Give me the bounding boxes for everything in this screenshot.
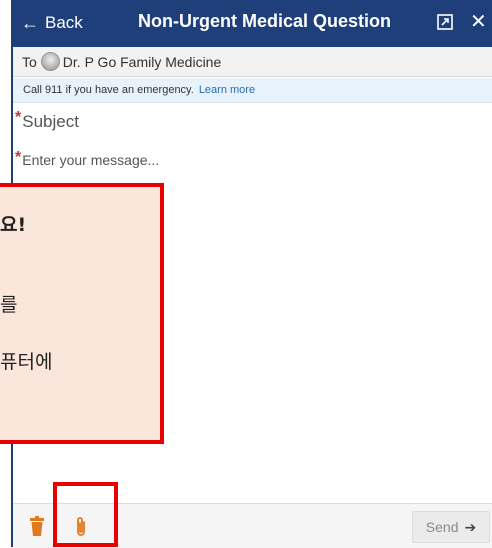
tutorial-tooltip: 요! 를 퓨터에 — [0, 183, 164, 444]
required-marker: * — [15, 109, 22, 126]
attachment-highlight — [53, 482, 118, 547]
avatar — [40, 52, 60, 71]
trash-icon[interactable] — [30, 516, 44, 536]
message-input[interactable]: * Enter your message... — [13, 149, 483, 180]
close-icon[interactable]: ✕ — [470, 9, 487, 34]
window-header: ← Back Non-Urgent Medical Question ✕ — [13, 0, 492, 47]
recipient-row: To Dr. P Go Family Medicine — [13, 47, 492, 77]
send-button[interactable]: Send ➔ — [412, 511, 490, 543]
emergency-notice: Call 911 if you have an emergency. Learn… — [13, 78, 492, 103]
arrow-left-icon: ← — [21, 12, 39, 33]
tooltip-line-1: 요! — [0, 214, 27, 236]
subject-placeholder: Subject — [22, 112, 79, 131]
subject-input[interactable]: * Subject — [13, 109, 483, 142]
send-label: Send — [425, 519, 459, 535]
tooltip-line-2: 를 — [0, 294, 18, 316]
send-arrow-icon: ➔ — [464, 518, 477, 535]
to-label: To — [22, 53, 37, 70]
emergency-text: Call 911 if you have an emergency. — [23, 84, 194, 96]
message-placeholder: Enter your message... — [22, 152, 160, 168]
back-label: Back — [45, 13, 83, 32]
recipient-name: Dr. P Go Family Medicine — [62, 53, 222, 70]
back-button[interactable]: ← Back — [21, 11, 83, 35]
popout-icon[interactable] — [437, 14, 453, 30]
window-title: Non-Urgent Medical Question — [138, 11, 392, 31]
tooltip-line-3: 퓨터에 — [0, 351, 53, 373]
learn-more-link[interactable]: Learn more — [199, 84, 255, 96]
required-marker: * — [15, 149, 22, 166]
